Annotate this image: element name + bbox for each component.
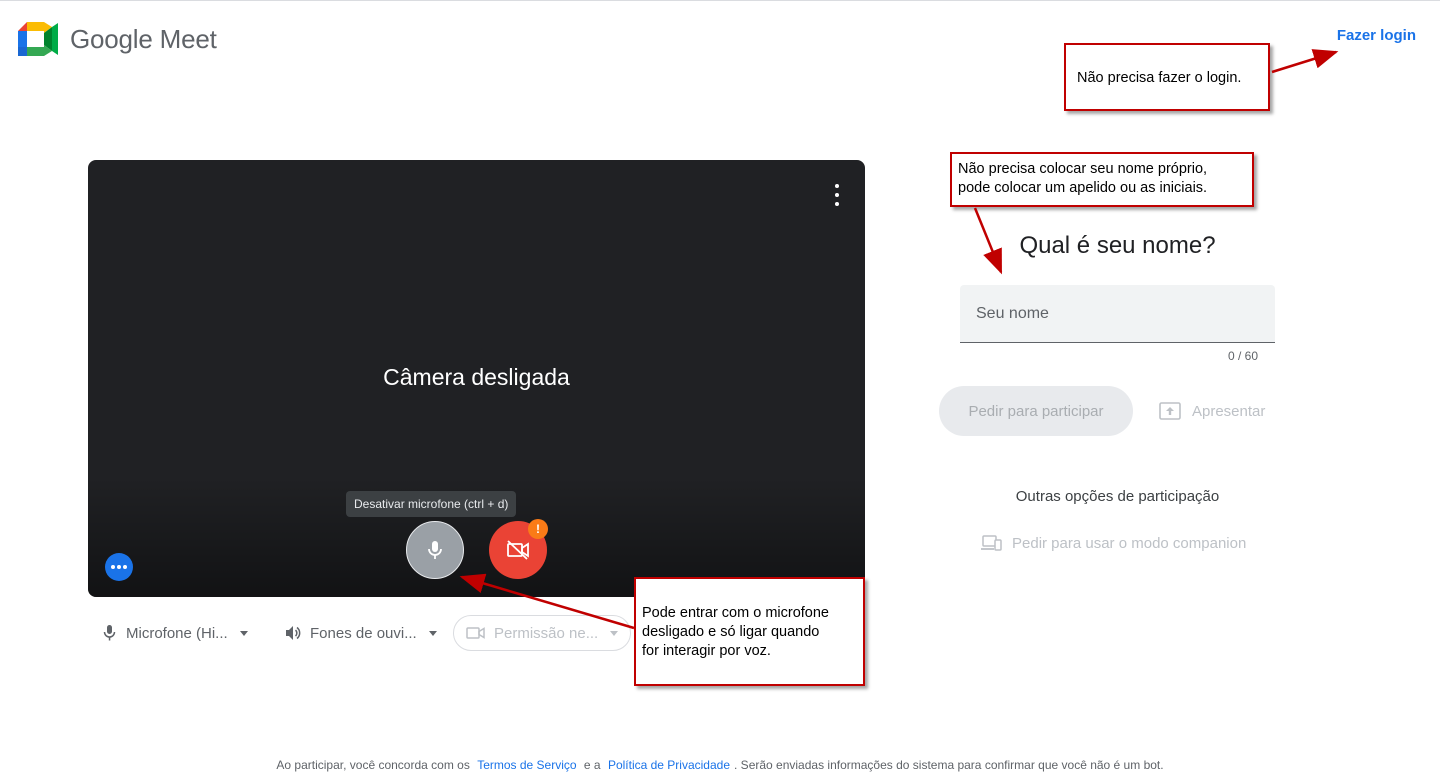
app-title: Google Meet: [70, 23, 217, 54]
present-button[interactable]: Apresentar: [1158, 396, 1265, 426]
name-prompt-heading: Qual é seu nome?: [1019, 232, 1216, 259]
footer-text-after: . Serão enviadas informações do sistema …: [734, 758, 1164, 772]
video-camera-icon: [466, 627, 485, 639]
annotation-mic-line-3: for interagir por voz.: [642, 643, 771, 659]
microphone-select-label: Microfone (Hi...: [126, 624, 228, 642]
chevron-down-icon: [610, 630, 619, 636]
mic-toggle-button[interactable]: [406, 521, 464, 579]
other-options-heading: Outras opções de participação: [1015, 488, 1220, 505]
terms-link[interactable]: Termos de Serviço: [477, 758, 576, 772]
microphone-select[interactable]: Microfone (Hi...: [102, 615, 248, 651]
mic-tooltip: Desativar microfone (ctrl + d): [346, 491, 517, 517]
chevron-down-icon: [428, 630, 437, 636]
footer-text-before: Ao participar, você concorda com os: [276, 758, 470, 772]
login-link[interactable]: Fazer login: [1337, 27, 1416, 44]
meet-logo-icon: [18, 22, 58, 56]
companion-devices-icon: [981, 535, 1002, 551]
more-options-icon[interactable]: [827, 184, 847, 206]
camera-off-label: Câmera desligada: [383, 364, 570, 390]
companion-mode-label: Pedir para usar o modo companion: [1012, 534, 1247, 552]
name-char-count: 0 / 60: [1227, 349, 1258, 363]
top-divider: [0, 0, 1440, 1]
camera-preview: Câmera desligada Desativar microfone (ct…: [88, 160, 865, 597]
annotation-name-line-1: Não precisa colocar seu nome próprio,: [958, 161, 1208, 177]
google-meet-logo: Google Meet: [18, 22, 217, 56]
camera-select[interactable]: Permissão ne...: [453, 615, 631, 651]
annotation-login-text: Não precisa fazer o login.: [1077, 70, 1242, 86]
visual-effects-button[interactable]: [105, 553, 133, 581]
privacy-link[interactable]: Política de Privacidade: [608, 758, 730, 772]
arrow-to-login: [1271, 49, 1339, 74]
camera-off-icon: [507, 540, 529, 560]
annotation-login-note: Não precisa fazer o login.: [1064, 43, 1270, 111]
camera-warning-badge: !: [528, 519, 548, 539]
chevron-down-icon: [239, 630, 248, 636]
consent-footer: Ao participar, você concorda com os Term…: [0, 758, 1440, 772]
footer-and-text: e a: [583, 758, 601, 772]
present-screen-icon: [1159, 402, 1181, 420]
microphone-icon: [103, 625, 116, 641]
annotation-name-line-2: pode colocar um apelido ou as iniciais.: [958, 180, 1208, 196]
present-button-label: Apresentar: [1192, 402, 1266, 420]
ask-to-join-button[interactable]: Pedir para participar: [939, 386, 1133, 436]
microphone-icon: [428, 541, 442, 559]
annotation-mic-line-2: desligado e só ligar quando: [642, 624, 820, 640]
speaker-select-label: Fones de ouvi...: [310, 624, 417, 642]
annotation-mic-line-1: Pode entrar com o microfone: [642, 605, 829, 621]
annotation-name-note: Não precisa colocar seu nome próprio, po…: [950, 152, 1254, 207]
name-input[interactable]: [960, 285, 1275, 343]
companion-mode-button[interactable]: Pedir para usar o modo companion: [980, 532, 1246, 554]
speaker-icon: [286, 626, 301, 640]
camera-select-label: Permissão ne...: [494, 624, 599, 642]
speaker-select[interactable]: Fones de ouvi...: [284, 615, 437, 651]
annotation-mic-note: Pode entrar com o microfone desligado e …: [634, 577, 865, 686]
